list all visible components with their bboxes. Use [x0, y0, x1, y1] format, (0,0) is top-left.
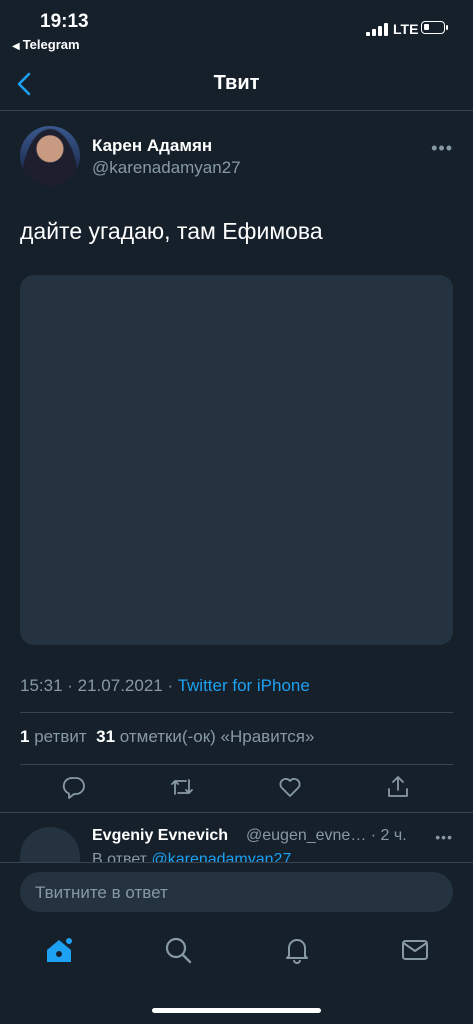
like-label[interactable]: отметки(-ок) «Нравится»	[120, 727, 315, 746]
reply-handle-text: @eugen_evne…	[246, 827, 367, 844]
divider	[0, 862, 473, 863]
nav-bar: Твит	[0, 62, 473, 111]
author-name[interactable]: Карен Адамян	[92, 136, 212, 156]
back-triangle-icon: ◀	[12, 41, 20, 52]
battery-icon	[421, 21, 448, 34]
status-bar: 19:13 ◀ Telegram LTE	[0, 0, 473, 62]
retweet-icon[interactable]	[169, 774, 195, 800]
tweet-header: Карен Адамян @karenadamyan27 •••	[20, 126, 453, 186]
tweet-date: 21.07.2021	[77, 676, 163, 695]
share-icon[interactable]	[385, 774, 411, 800]
reply-item[interactable]: Evgeniy Evnevich @eugen_evne… · 2 ч. •••…	[0, 812, 473, 863]
back-app-label: Telegram	[22, 37, 80, 52]
tweet-stats: 1 ретвит 31 отметки(-ок) «Нравится»	[20, 727, 314, 747]
reply-icon[interactable]	[61, 774, 87, 800]
tweet-source-link[interactable]: Twitter for iPhone	[178, 676, 310, 695]
tweet-meta: 15:31 · 21.07.2021 · Twitter for iPhone	[20, 676, 310, 695]
retweet-label[interactable]: ретвит	[34, 727, 86, 746]
author-handle[interactable]: @karenadamyan27	[92, 158, 241, 178]
signal-icon	[366, 22, 388, 36]
tweet-actions	[0, 768, 473, 810]
home-icon[interactable]	[44, 935, 74, 965]
reply-time: · 2 ч.	[370, 827, 407, 844]
divider	[20, 712, 453, 713]
tweet-time: 15:31	[20, 676, 63, 695]
notifications-icon[interactable]	[282, 935, 312, 965]
network-type: LTE	[393, 21, 419, 37]
messages-icon[interactable]	[400, 935, 430, 965]
divider	[20, 764, 453, 765]
tweet-media[interactable]	[20, 275, 453, 645]
retweet-count[interactable]: 1	[20, 727, 29, 746]
reply-avatar[interactable]	[20, 827, 80, 863]
home-indicator[interactable]	[152, 1008, 321, 1013]
page-title: Твит	[213, 72, 260, 94]
tweet-text: дайте угадаю, там Ефимова	[20, 218, 323, 244]
more-options-icon[interactable]: •••	[431, 138, 453, 159]
author-avatar[interactable]	[20, 126, 80, 186]
tab-bar	[0, 925, 473, 985]
reply-author-handle: @eugen_evne… · 2 ч.	[246, 827, 407, 845]
compose-placeholder: Твитните в ответ	[35, 883, 168, 902]
reply-compose-field[interactable]: Твитните в ответ	[20, 872, 453, 912]
reply-more-icon[interactable]: •••	[435, 829, 453, 845]
search-icon[interactable]	[163, 935, 193, 965]
reply-author-name[interactable]: Evgeniy Evnevich	[92, 827, 228, 845]
status-time: 19:13	[40, 11, 89, 32]
back-to-app-button[interactable]: ◀ Telegram	[12, 37, 80, 52]
like-count[interactable]: 31	[96, 727, 115, 746]
like-icon[interactable]	[277, 774, 303, 800]
